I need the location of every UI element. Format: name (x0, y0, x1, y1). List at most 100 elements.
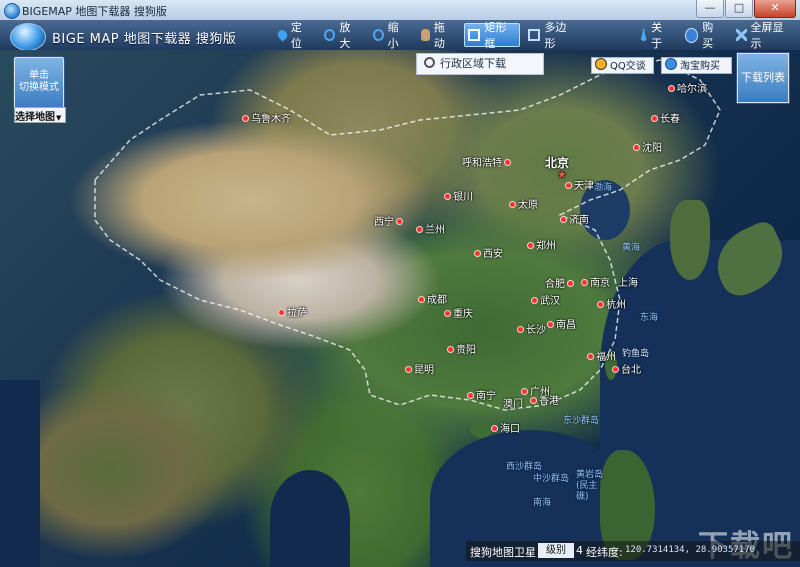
city-harbin[interactable]: 哈尔滨 (668, 80, 707, 95)
select-map-label: 选择地图 (15, 112, 55, 123)
switch-mode-button[interactable]: 单击 切换模式 (14, 57, 64, 109)
city-hangzhou[interactable]: 杭州 (597, 296, 626, 311)
city-hohhot[interactable]: 呼和浩特 (462, 154, 513, 169)
city-chengdu[interactable]: 成都 (418, 291, 447, 306)
zoom-in-button[interactable]: 放大 (320, 21, 364, 50)
about-button[interactable]: 关于 (636, 21, 677, 50)
sea-label-south-china-sea: 南海 (533, 498, 552, 508)
rectangle-label: 矩形框 (484, 21, 507, 50)
city-taiyuan[interactable]: 太原 (509, 196, 538, 211)
city-guiyang[interactable]: 贵阳 (447, 341, 476, 356)
city-dot-icon (418, 296, 425, 303)
main-toolbar: BIGE MAP 地图下载器 搜狗版 定位 放大 缩小 拖动 矩形框 多边形 关… (0, 20, 800, 51)
city-dot-icon (560, 216, 567, 223)
city-dot-icon (444, 310, 451, 317)
sea-label-yellow-sea: 黄海 (622, 243, 641, 253)
admin-region-download-label: 行政区域下载 (440, 57, 506, 70)
city-changsha[interactable]: 长沙 (517, 321, 546, 336)
city-dot-icon (651, 115, 658, 122)
chevron-down-icon: ▼ (56, 114, 62, 122)
city-zhengzhou[interactable]: 郑州 (527, 237, 556, 252)
sea-label-bohai: 渤海 (594, 183, 613, 193)
city-shenyang[interactable]: 沈阳 (633, 139, 662, 154)
city-dot-icon (517, 326, 524, 333)
status-level-box: 级别 (538, 543, 574, 558)
tie-icon (640, 28, 647, 42)
city-macau[interactable]: 澳门 (503, 395, 523, 410)
city-dot-icon (547, 321, 554, 328)
close-button[interactable]: ✕ (754, 0, 796, 18)
city-taipei[interactable]: 台北 (612, 361, 641, 376)
city-dot-icon (242, 115, 249, 122)
bay-of-bengal (270, 470, 350, 567)
status-coord-label: 经纬度: (586, 546, 623, 559)
city-dot-icon (504, 159, 511, 166)
locate-button[interactable]: 定位 (272, 21, 316, 50)
city-nanchang[interactable]: 南昌 (547, 316, 576, 331)
city-changchun[interactable]: 长春 (651, 110, 680, 125)
city-dot-icon (668, 85, 675, 92)
city-nanjing[interactable]: 南京 (581, 274, 610, 289)
city-chongqing[interactable]: 重庆 (444, 305, 473, 320)
city-hongkong[interactable]: 香港 (530, 392, 559, 407)
qq-chat-button[interactable]: QQ交谈 (591, 57, 654, 74)
rectangle-select-button[interactable]: 矩形框 (463, 21, 520, 50)
city-dot-icon (530, 397, 537, 404)
city-dot-icon (521, 388, 528, 395)
app-globe-icon (4, 3, 20, 19)
minimize-button[interactable]: — (696, 0, 724, 18)
pan-button[interactable]: 拖动 (417, 21, 460, 50)
buy-label: 购买 (702, 21, 714, 50)
qq-penguin-icon (595, 58, 607, 70)
admin-region-download-button[interactable]: 行政区域下载 (416, 53, 544, 75)
app-logo-text: BIGE MAP 地图下载器 搜狗版 (52, 32, 237, 47)
polygon-label: 多边形 (544, 21, 567, 50)
polygon-select-button[interactable]: 多边形 (524, 21, 580, 50)
city-kunming[interactable]: 昆明 (405, 361, 434, 376)
zoom-out-button[interactable]: 缩小 (369, 21, 413, 50)
city-lhasa[interactable]: 拉萨 (278, 304, 307, 319)
pin-icon (275, 28, 290, 42)
city-lanzhou[interactable]: 兰州 (416, 221, 445, 236)
city-xian[interactable]: 西安 (474, 245, 503, 260)
buy-button[interactable]: 购买 (681, 21, 728, 50)
city-tianjin[interactable]: 天津 (565, 177, 594, 192)
polygon-icon (527, 29, 541, 41)
island-label-dongsha: 东沙群岛 (563, 416, 600, 426)
download-list-button[interactable]: 下载列表 (737, 53, 789, 103)
fullscreen-button[interactable]: 全屏显示 (732, 21, 796, 50)
city-dot-icon (612, 366, 619, 373)
city-yinchuan[interactable]: 银川 (444, 188, 473, 203)
select-map-dropdown[interactable]: 选择地图▼ (14, 107, 66, 123)
city-dot-icon (633, 144, 640, 151)
taobao-buy-button[interactable]: 淘宝购买 (661, 57, 732, 74)
city-dot-icon (597, 301, 604, 308)
city-xining[interactable]: 西宁 (374, 213, 405, 228)
city-haikou[interactable]: 海口 (491, 420, 520, 435)
about-label: 关于 (651, 21, 663, 50)
arabian-sea (0, 380, 40, 567)
city-dot-icon (567, 280, 574, 287)
city-shanghai[interactable]: 上海 (618, 274, 638, 289)
taobao-icon (665, 58, 677, 70)
window-title: BIGEMAP 地图下载器 搜狗版 (22, 5, 167, 18)
island-label-huangyan: 黄岩岛(民主礁) (576, 470, 604, 502)
fullscreen-label: 全屏显示 (750, 21, 784, 50)
switch-mode-line2: 切换模式 (19, 82, 59, 93)
city-jinan[interactable]: 济南 (560, 211, 589, 226)
zoom-in-label: 放大 (339, 21, 351, 50)
city-dot-icon (278, 309, 285, 316)
locate-label: 定位 (290, 21, 302, 50)
switch-mode-line1: 单击 (29, 70, 49, 81)
maximize-button[interactable]: □ (725, 0, 753, 18)
search-icon (424, 57, 435, 68)
city-wuhan[interactable]: 武汉 (531, 292, 560, 307)
city-dot-icon (491, 425, 498, 432)
satellite-map-canvas[interactable]: 乌鲁木齐 哈尔滨 长春 沈阳 呼和浩特 北京 ★ 天津 渤海 银川 太原 西宁 … (0, 50, 800, 567)
city-dot-icon (474, 250, 481, 257)
city-nanning[interactable]: 南宁 (467, 387, 496, 402)
hainan-land (470, 420, 492, 438)
city-hefei[interactable]: 合肥 (545, 275, 576, 290)
city-urumqi[interactable]: 乌鲁木齐 (242, 110, 291, 125)
korea-land (670, 200, 710, 280)
